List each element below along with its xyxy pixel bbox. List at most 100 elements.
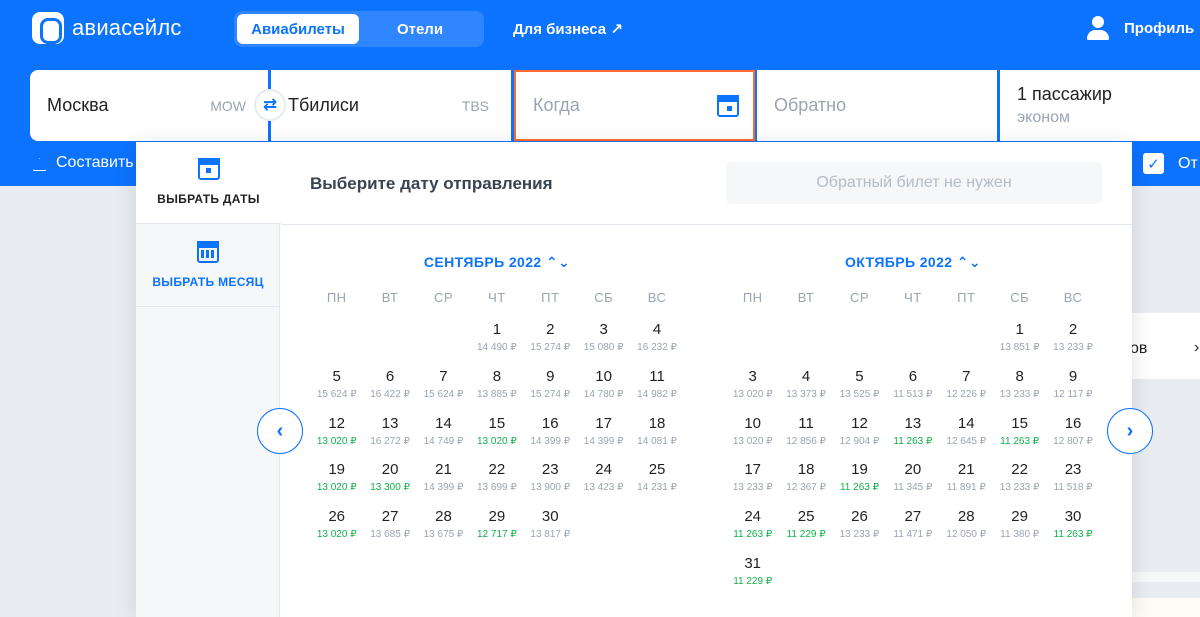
calendar-day[interactable]: 28 12 050 ₽ [940,508,993,555]
calendar-day[interactable]: 9 12 117 ₽ [1046,368,1099,415]
calendar-day[interactable]: 1 13 851 ₽ [993,321,1046,368]
calendar-day[interactable]: 22 13 699 ₽ [470,461,523,508]
profile-button[interactable]: Профиль [1086,16,1194,40]
calendar-day[interactable]: 20 13 300 ₽ [363,461,416,508]
day-price: 11 263 ₽ [893,435,933,447]
business-link[interactable]: Для бизнеса ↗ [513,20,623,38]
calendar-day[interactable]: 17 14 399 ₽ [577,415,630,462]
swap-arrows-icon: ⇄ [262,95,278,114]
prev-month-button[interactable]: ‹ [257,408,303,454]
day-price: 13 851 ₽ [999,342,1040,353]
calendar-day[interactable]: 21 11 891 ₽ [940,461,993,508]
calendar-day[interactable]: 11 12 856 ₽ [779,415,832,462]
no-return-button[interactable]: Обратный билет не нужен [726,162,1102,204]
calendar-day[interactable]: 6 11 513 ₽ [886,368,939,415]
day-number: 24 [744,508,762,526]
month-title[interactable]: ОКТЯБРЬ 2022 ⌃⌄ [726,254,1100,274]
calendar-day[interactable]: 20 11 345 ₽ [886,461,939,508]
calendar-day[interactable]: 7 15 624 ₽ [417,368,470,415]
calendar-day[interactable]: 15 11 263 ₽ [993,415,1046,462]
calendar-day[interactable]: 13 16 272 ₽ [363,415,416,462]
calendar-day[interactable]: 8 13 885 ₽ [470,368,523,415]
day-number: 3 [748,367,757,385]
day-number: 21 [435,461,452,479]
calendar-day[interactable]: 14 14 749 ₽ [417,415,470,462]
compose-route-link[interactable]: Составить [30,154,134,172]
origin-field[interactable]: Москва MOW [30,70,268,141]
day-number: 1 [492,321,502,338]
calendar-day[interactable]: 4 13 373 ₽ [779,368,832,415]
calendar-day[interactable]: 5 15 624 ₽ [310,368,363,415]
calendar-day[interactable]: 18 12 367 ₽ [779,461,832,508]
calendar-day[interactable]: 16 12 807 ₽ [1046,415,1099,462]
day-price: 15 274 ₽ [530,388,571,400]
day-number: 23 [541,461,559,479]
tab-hotels[interactable]: Отели [359,14,481,44]
day-price: 15 080 ₽ [583,342,624,353]
return-date-field[interactable]: Обратно [757,70,997,141]
calendar-day[interactable]: 1 14 490 ₽ [470,321,523,368]
calendar-day[interactable]: 11 14 982 ₽ [630,368,683,415]
logo-text: авиасейлс [72,15,182,40]
calendar-day[interactable]: 29 12 717 ₽ [470,508,523,555]
search-form: Москва MOW Тбилиси TBS Когда Обратно 1 п… [30,70,1200,141]
day-number: 8 [1015,367,1024,385]
day-price: 12 904 ₽ [839,435,880,447]
calendar-day[interactable]: 19 11 263 ₽ [833,461,886,508]
calendar-day[interactable]: 25 11 229 ₽ [779,508,832,555]
calendar-day[interactable]: 10 13 020 ₽ [726,415,779,462]
next-month-button[interactable]: › [1107,408,1153,454]
calendar-day[interactable]: 23 13 900 ₽ [524,461,577,508]
day-number: 10 [595,367,612,385]
calendar-day[interactable]: 15 13 020 ₽ [470,415,523,462]
calendar-day[interactable]: 8 13 233 ₽ [993,368,1046,415]
calendar-day[interactable]: 29 11 380 ₽ [993,508,1046,555]
calendar-day[interactable]: 2 13 233 ₽ [1046,321,1099,368]
calendar-day[interactable]: 7 12 226 ₽ [940,368,993,415]
calendar-day[interactable]: 30 13 817 ₽ [524,508,577,555]
calendar-day[interactable]: 3 15 080 ₽ [577,321,630,368]
calendar-day[interactable]: 19 13 020 ₽ [310,461,363,508]
calendar-day[interactable]: 24 13 423 ₽ [577,461,630,508]
departure-date-field[interactable]: Когда [514,70,755,141]
calendar-day[interactable]: 10 14 780 ₽ [577,368,630,415]
calendar-day[interactable]: 22 13 233 ₽ [993,461,1046,508]
calendar-day[interactable]: 13 11 263 ₽ [886,415,939,462]
calendar-day[interactable]: 9 15 274 ₽ [524,368,577,415]
calendar-day[interactable]: 12 12 904 ₽ [833,415,886,462]
logo[interactable]: авиасейлс [32,12,182,44]
calendar-day[interactable]: 17 13 233 ₽ [726,461,779,508]
day-price: 14 982 ₽ [637,388,677,400]
calendar-day[interactable]: 3 13 020 ₽ [726,368,779,415]
calendar-day[interactable]: 24 11 263 ₽ [726,508,779,555]
calendar-day[interactable]: 27 13 685 ₽ [363,508,416,555]
month-title[interactable]: СЕНТЯБРЬ 2022 ⌃⌄ [310,254,684,274]
calendar-day[interactable]: 26 13 020 ₽ [310,508,363,555]
destination-field[interactable]: Тбилиси TBS [271,70,511,141]
calendar-day[interactable]: 4 16 232 ₽ [630,321,683,368]
day-price: 11 263 ₽ [839,482,879,494]
calendar-day[interactable]: 16 14 399 ₽ [524,415,577,462]
calendar-day[interactable]: 12 13 020 ₽ [310,415,363,462]
day-price: 13 233 ₽ [1053,342,1093,353]
calendar-day[interactable]: 18 14 081 ₽ [630,415,683,462]
passengers-field[interactable]: 1 пассажир эконом [1000,70,1200,141]
swap-cities-button[interactable]: ⇄ [254,89,286,121]
select-month-tab[interactable]: ВЫБРАТЬ МЕСЯЦ [136,225,280,307]
day-price: 14 081 ₽ [637,435,677,447]
calendar-day[interactable]: 5 13 525 ₽ [833,368,886,415]
calendar-day[interactable]: 26 13 233 ₽ [833,508,886,555]
calendar-day[interactable]: 23 11 518 ₽ [1046,461,1099,508]
calendar-day[interactable]: 14 12 645 ₽ [940,415,993,462]
calendar-day[interactable]: 6 16 422 ₽ [363,368,416,415]
calendar-day[interactable]: 30 11 263 ₽ [1046,508,1099,555]
open-booking-checkbox[interactable]: ✓ От [1143,153,1198,174]
calendar-day[interactable]: 27 11 471 ₽ [886,508,939,555]
calendar-day[interactable]: 21 14 399 ₽ [417,461,470,508]
calendar-day[interactable]: 31 11 229 ₽ [726,555,779,602]
calendar-day[interactable]: 25 14 231 ₽ [630,461,683,508]
select-dates-tab[interactable]: ВЫБРАТЬ ДАТЫ [136,142,281,224]
calendar-day[interactable]: 2 15 274 ₽ [524,321,577,368]
tab-flights[interactable]: Авиабилеты [237,14,359,44]
calendar-day[interactable]: 28 13 675 ₽ [417,508,470,555]
